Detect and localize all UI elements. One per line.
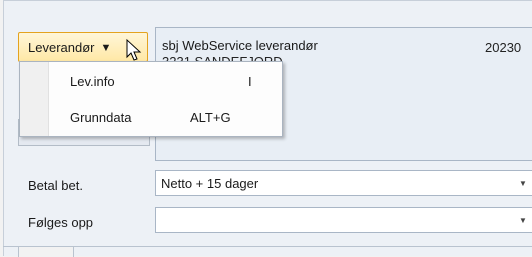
menu-item-label: Lev.info bbox=[70, 73, 115, 89]
chevron-down-icon: ▼ bbox=[100, 42, 112, 54]
betal-bet-select[interactable]: Netto + 15 dager ▼ bbox=[155, 170, 532, 196]
menu-item-lev-info[interactable]: Lev.info I bbox=[20, 63, 282, 99]
menu-item-shortcut: ALT+G bbox=[190, 109, 231, 125]
folges-opp-label: Følges opp bbox=[28, 215, 94, 230]
leverandor-button-label: Leverandør bbox=[28, 39, 95, 55]
menu-item-grunndata[interactable]: Grunndata ALT+G bbox=[20, 99, 282, 135]
panel-top-border bbox=[3, 0, 532, 1]
leverandor-dropdown-menu: Lev.info I Grunndata ALT+G bbox=[19, 61, 283, 137]
supplier-number: 20230 bbox=[485, 40, 522, 55]
menu-item-label: Grunndata bbox=[70, 109, 132, 125]
dropdown-arrow-icon[interactable]: ▼ bbox=[516, 171, 530, 195]
betal-bet-value: Netto + 15 dager bbox=[161, 176, 259, 191]
dropdown-arrow-icon[interactable]: ▼ bbox=[516, 208, 530, 232]
mouse-cursor-icon bbox=[126, 38, 142, 61]
panel-divider bbox=[3, 246, 532, 247]
bottom-tab[interactable] bbox=[18, 246, 74, 257]
betal-bet-label: Betal bet. bbox=[28, 178, 83, 193]
supplier-name: sbj WebService leverandør bbox=[162, 38, 318, 53]
folges-opp-select[interactable]: ▼ bbox=[155, 207, 532, 233]
menu-item-shortcut: I bbox=[248, 73, 252, 89]
